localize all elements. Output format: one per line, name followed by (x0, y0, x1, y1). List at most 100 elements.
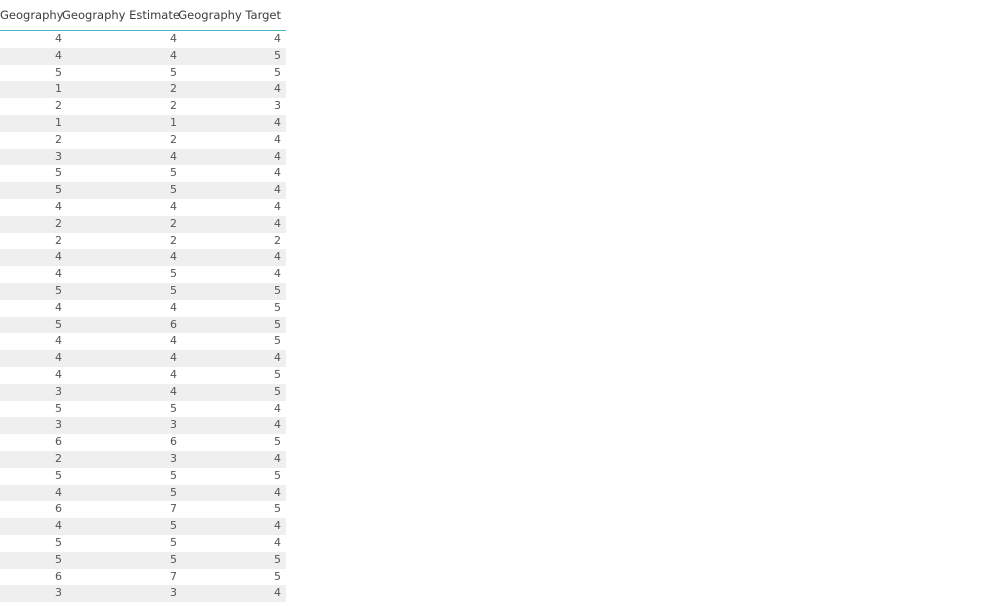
table-row[interactable]: 6 7 5 (0, 501, 286, 518)
cell-geography: 4 (55, 300, 62, 314)
table-row[interactable]: 3 3 4 (0, 585, 286, 603)
cell-geography: 4 (55, 267, 62, 281)
cell-geography: 6 (55, 502, 62, 516)
cell-geography-estimate: 5 (170, 283, 177, 297)
cell-geography: 4 (55, 519, 62, 533)
table-row[interactable]: 2 2 4 (0, 215, 286, 233)
column-header-geography[interactable]: Geography (0, 8, 64, 22)
cell-geography-target: 3 (274, 99, 281, 113)
cell-geography: 5 (55, 552, 62, 566)
cell-geography-target: 4 (274, 199, 281, 213)
column-header-geography-target[interactable]: Geography Target (177, 8, 281, 22)
cell-geography: 4 (55, 334, 62, 348)
cell-geography-target: 5 (274, 502, 281, 516)
cell-geography-estimate: 4 (170, 334, 177, 348)
table-row[interactable]: 4 4 4 (0, 350, 286, 367)
table-row[interactable]: 5 5 5 (0, 551, 286, 569)
cell-geography: 4 (55, 367, 62, 381)
table-row[interactable]: 4 4 4 (0, 249, 286, 267)
table-row[interactable]: 2 2 3 (0, 98, 286, 115)
table-row[interactable]: 4 4 5 (0, 47, 286, 65)
cell-geography-target: 5 (274, 283, 281, 297)
cell-geography: 4 (55, 199, 62, 213)
table-row[interactable]: 4 4 4 (0, 199, 286, 216)
table-row[interactable]: 4 5 4 (0, 484, 286, 502)
cell-geography-target: 4 (274, 115, 281, 129)
cell-geography-target: 5 (274, 48, 281, 62)
table-row[interactable]: 4 4 4 (0, 31, 286, 48)
cell-geography-target: 4 (274, 32, 281, 45)
table-row[interactable]: 4 5 4 (0, 518, 286, 535)
column-header-geography-estimate[interactable]: Geography Estimate (62, 8, 180, 22)
table-row[interactable]: 2 2 4 (0, 132, 286, 149)
cell-geography-estimate: 5 (170, 468, 177, 482)
cell-geography-target: 2 (274, 233, 281, 247)
cell-geography-target: 5 (274, 468, 281, 482)
table-row[interactable]: 4 4 5 (0, 367, 286, 384)
cell-geography: 2 (55, 233, 62, 247)
cell-geography: 6 (55, 435, 62, 449)
cell-geography-estimate: 5 (170, 519, 177, 533)
cell-geography-estimate: 4 (170, 250, 177, 264)
cell-geography-estimate: 6 (170, 317, 177, 331)
table-row[interactable]: 3 3 4 (0, 417, 286, 435)
cell-geography-estimate: 3 (170, 451, 177, 465)
cell-geography-estimate: 4 (170, 199, 177, 213)
table-row[interactable]: 5 5 5 (0, 65, 286, 82)
cell-geography-target: 4 (274, 149, 281, 163)
cell-geography-target: 5 (274, 65, 281, 79)
cell-geography-estimate: 4 (170, 32, 177, 45)
cell-geography-estimate: 4 (170, 300, 177, 314)
cell-geography-target: 5 (274, 384, 281, 398)
table-row[interactable]: 3 4 4 (0, 148, 286, 166)
cell-geography-estimate: 7 (170, 502, 177, 516)
table-row[interactable]: 3 4 5 (0, 383, 286, 401)
table-row[interactable]: 5 5 5 (0, 282, 286, 300)
cell-geography-target: 5 (274, 317, 281, 331)
table-row[interactable]: 6 7 5 (0, 569, 286, 586)
table-row[interactable]: 6 6 5 (0, 434, 286, 451)
cell-geography-estimate: 1 (170, 115, 177, 129)
cell-geography-estimate: 5 (170, 183, 177, 197)
table-row[interactable]: 2 2 2 (0, 233, 286, 250)
cell-geography-estimate: 4 (170, 384, 177, 398)
table-row[interactable]: 2 3 4 (0, 450, 286, 468)
table-row[interactable]: 1 1 4 (0, 114, 286, 132)
cell-geography-estimate: 2 (170, 233, 177, 247)
cell-geography: 4 (55, 32, 62, 45)
cell-geography-estimate: 4 (170, 149, 177, 163)
cell-geography-target: 4 (274, 401, 281, 415)
cell-geography-estimate: 5 (170, 485, 177, 499)
cell-geography-target: 4 (274, 586, 281, 600)
table-row[interactable]: 5 6 5 (0, 316, 286, 334)
cell-geography-estimate: 2 (170, 132, 177, 146)
table-row[interactable]: 5 5 4 (0, 182, 286, 199)
cell-geography: 4 (55, 48, 62, 62)
table-body: 4444455551242231142243445545544442242224… (0, 31, 286, 603)
table-row[interactable]: 5 5 4 (0, 401, 286, 418)
table-header: Geography Geography Estimate Geography T… (0, 0, 286, 31)
cell-geography-target: 4 (274, 351, 281, 365)
cell-geography-estimate: 6 (170, 435, 177, 449)
cell-geography-target: 5 (274, 435, 281, 449)
table-row[interactable]: 5 5 5 (0, 468, 286, 485)
table-row[interactable]: 4 5 4 (0, 266, 286, 283)
cell-geography-target: 4 (274, 132, 281, 146)
cell-geography-estimate: 7 (170, 569, 177, 583)
cell-geography: 1 (55, 115, 62, 129)
table-row[interactable]: 4 4 5 (0, 300, 286, 317)
cell-geography-target: 4 (274, 250, 281, 264)
cell-geography-estimate: 5 (170, 267, 177, 281)
table-row[interactable]: 5 5 4 (0, 165, 286, 182)
cell-geography: 5 (55, 401, 62, 415)
table-row[interactable]: 1 2 4 (0, 81, 286, 99)
table-row[interactable]: 5 5 4 (0, 535, 286, 552)
cell-geography-target: 4 (274, 418, 281, 432)
cell-geography-target: 5 (274, 569, 281, 583)
cell-geography: 3 (55, 149, 62, 163)
table-row[interactable]: 4 4 5 (0, 333, 286, 350)
cell-geography: 3 (55, 418, 62, 432)
cell-geography-target: 4 (274, 535, 281, 549)
cell-geography-target: 4 (274, 451, 281, 465)
cell-geography-estimate: 2 (170, 216, 177, 230)
